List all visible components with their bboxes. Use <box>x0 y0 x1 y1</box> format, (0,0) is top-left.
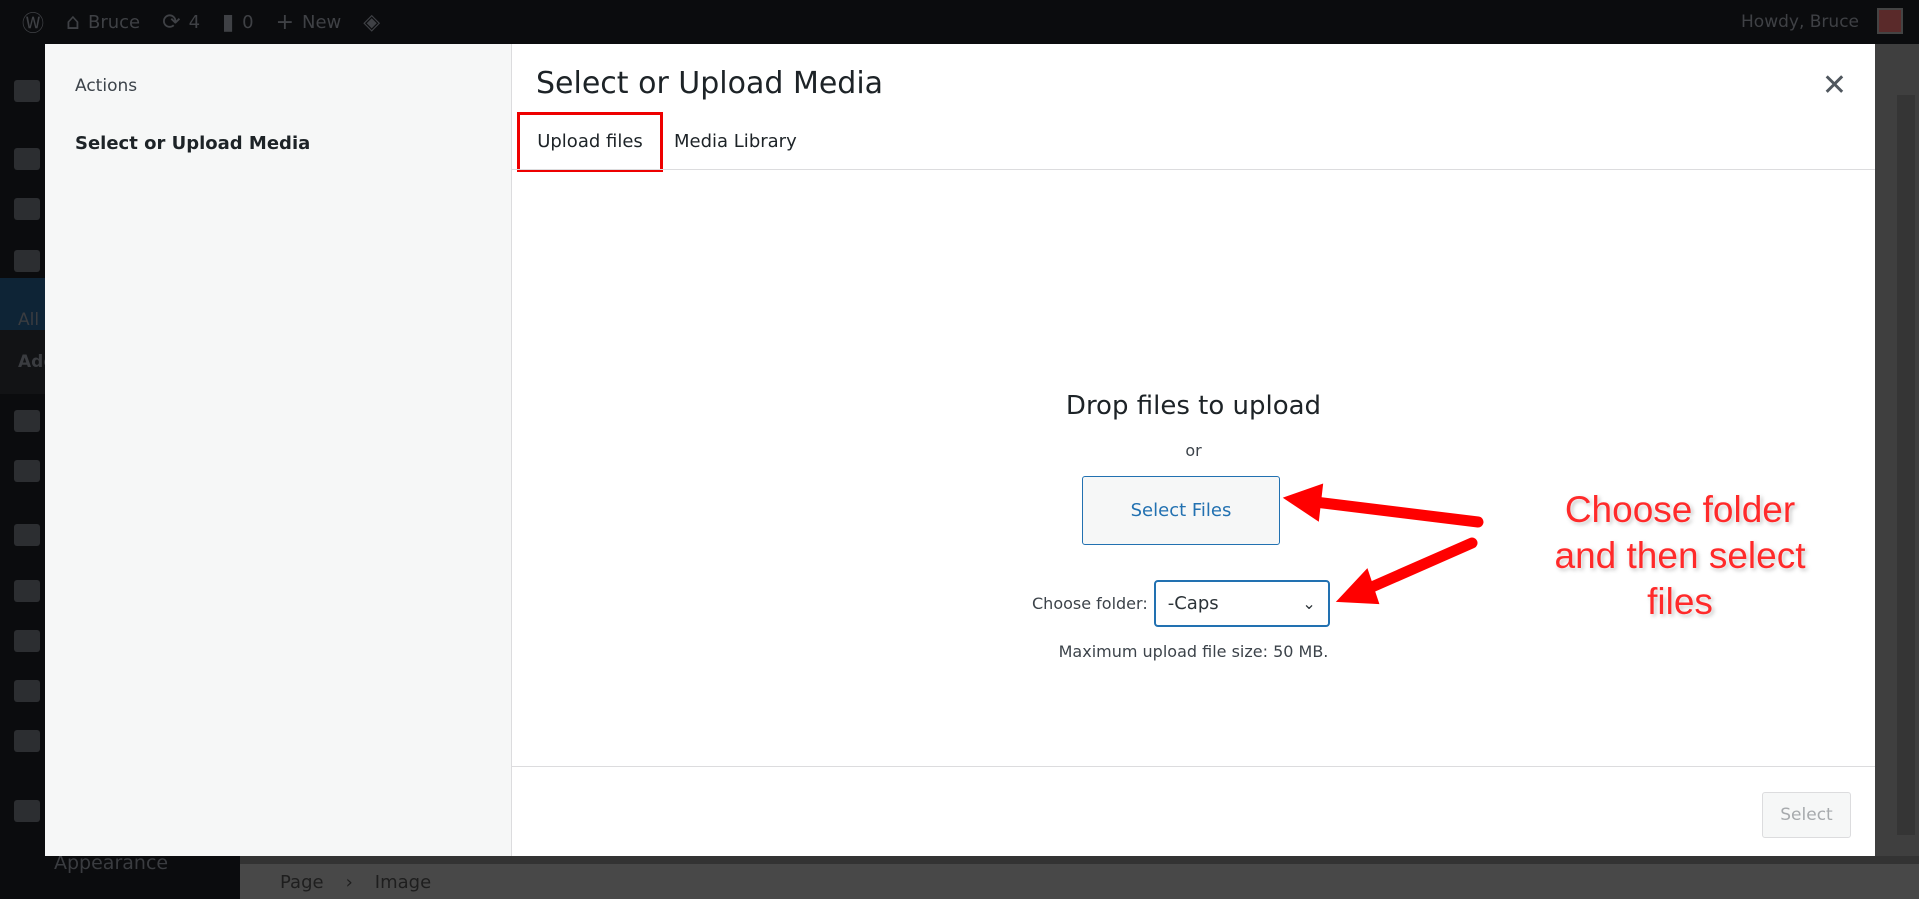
annotation-line: and then select <box>1554 535 1806 576</box>
arrowhead-folder-select <box>1335 568 1380 605</box>
annotation-line: files <box>1647 581 1713 622</box>
arrowhead-select-files <box>1282 483 1324 522</box>
arrow-to-select-files <box>1309 496 1484 528</box>
annotation-text: Choose folder and then select files <box>1530 487 1830 625</box>
arrow-to-folder-select <box>1359 537 1478 596</box>
annotation-arrows <box>1282 483 1484 605</box>
annotation-line: Choose folder <box>1564 489 1796 530</box>
